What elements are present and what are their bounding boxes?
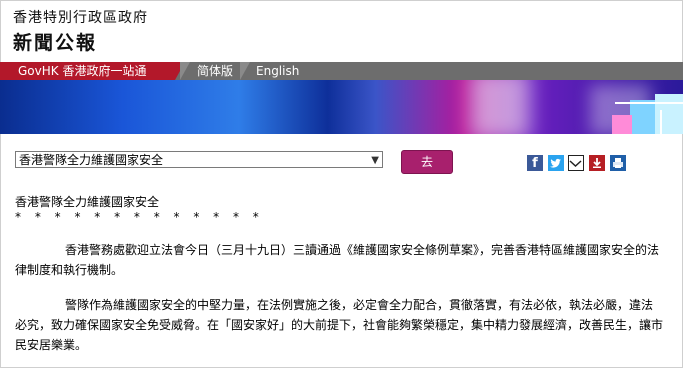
banner-decor bbox=[612, 115, 632, 134]
nav-separator bbox=[240, 62, 250, 80]
go-button[interactable]: 去 bbox=[401, 150, 453, 174]
banner-decor bbox=[630, 100, 658, 134]
header-banner bbox=[0, 80, 683, 134]
press-release-title: 新聞公報 bbox=[13, 32, 98, 54]
govhk-link[interactable]: GovHK 香港政府一站通 bbox=[0, 62, 185, 80]
twitter-icon[interactable] bbox=[548, 155, 564, 171]
print-icon[interactable] bbox=[610, 155, 626, 171]
chevron-down-icon: ▼ bbox=[371, 155, 379, 166]
dropdown-selected-value: 香港警隊全力維護國家安全 bbox=[19, 153, 164, 167]
article-paragraph: 香港警務處歡迎立法會今日（三月十九日）三讀通過《維護國家安全條例草案》，完善香港… bbox=[15, 243, 660, 277]
banner-decor bbox=[615, 102, 683, 104]
government-title: 香港特別行政區政府 bbox=[13, 10, 148, 26]
email-icon[interactable] bbox=[568, 155, 584, 171]
banner-decor bbox=[660, 110, 662, 134]
top-nav-bar: GovHK 香港政府一站通 简体版 English bbox=[0, 62, 683, 80]
article-title: 香港警隊全力維護國家安全 bbox=[15, 195, 160, 209]
simplified-chinese-link[interactable]: 简体版 bbox=[197, 62, 233, 80]
press-release-dropdown[interactable]: 香港警隊全力維護國家安全 ▼ bbox=[15, 151, 383, 168]
article-paragraph: 警隊作為維護國家安全的中堅力量，在法例實施之後，必定會全力配合，貫徹落實，有法必… bbox=[15, 298, 664, 352]
save-icon[interactable] bbox=[589, 155, 605, 171]
facebook-icon[interactable]: f bbox=[527, 155, 543, 171]
banner-highlight bbox=[470, 80, 530, 134]
nav-separator bbox=[180, 62, 190, 80]
title-separator-stars: * * * * * * * * * * * * * bbox=[15, 210, 264, 224]
english-link[interactable]: English bbox=[256, 62, 299, 80]
